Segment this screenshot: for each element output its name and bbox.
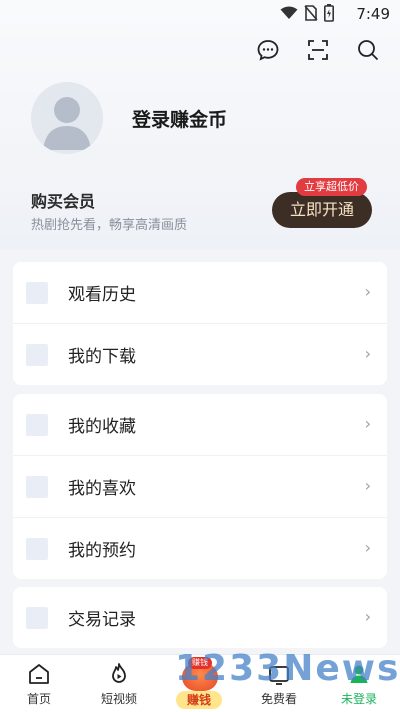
menu-item-favorites[interactable]: 我的收藏 ›: [13, 394, 387, 455]
menu-item-watch-history[interactable]: 观看历史 ›: [13, 262, 387, 323]
menu-item-label: 我的收藏: [68, 417, 136, 437]
earn-mini-badge: 赚钱: [188, 657, 212, 669]
menu-item-label: 交易记录: [68, 610, 136, 630]
search-button[interactable]: [354, 36, 382, 64]
vip-open-button[interactable]: 立即开通: [272, 192, 372, 228]
login-link[interactable]: 登录赚金币: [132, 105, 227, 132]
nav-short-video[interactable]: 短视频: [84, 661, 154, 707]
menu-item-transactions[interactable]: 交易记录 ›: [13, 587, 387, 648]
menu-card-2: 我的收藏 › 我的喜欢 › 我的预约 ›: [13, 394, 387, 579]
tv-icon: [269, 666, 289, 685]
status-time: 7:49: [356, 5, 390, 23]
chevron-right-icon: ›: [364, 344, 371, 363]
home-icon: [29, 664, 49, 684]
menu-card-1: 观看历史 › 我的下载 ›: [13, 262, 387, 385]
wifi-icon: [280, 6, 298, 19]
chevron-right-icon: ›: [364, 607, 371, 626]
scan-icon: [308, 40, 328, 60]
message-icon: [257, 40, 279, 61]
favorites-icon: [26, 413, 48, 436]
chevron-right-icon: ›: [364, 414, 371, 433]
default-user-icon: [43, 97, 91, 150]
chevron-right-icon: ›: [364, 476, 371, 495]
menu-item-reservations[interactable]: 我的预约 ›: [13, 517, 387, 579]
flame-play-icon: [112, 663, 126, 683]
menu-card-3: 交易记录 ›: [13, 587, 387, 648]
vip-subtitle: 热剧抢先看，畅享高清画质: [31, 218, 188, 233]
likes-icon: [26, 475, 48, 498]
no-sim-icon: [304, 5, 318, 21]
battery-icon: [324, 4, 334, 22]
nav-label: 短视频: [100, 692, 137, 706]
message-button[interactable]: [254, 36, 282, 64]
menu-item-label: 观看历史: [68, 285, 136, 305]
nav-label: 未登录: [340, 692, 377, 706]
header-actions: [254, 36, 382, 64]
menu-item-label: 我的喜欢: [68, 479, 136, 499]
nav-label: 首页: [26, 692, 51, 706]
nav-free[interactable]: 免费看: [244, 661, 314, 707]
transaction-icon: [26, 606, 48, 629]
nav-earn[interactable]: 赚钱 赚钱: [164, 657, 234, 711]
menu-item-label: 我的下载: [68, 347, 136, 367]
watch-history-icon: [26, 281, 48, 304]
bottom-nav: 首页 短视频 赚钱 赚钱 免费看 未登录: [0, 654, 400, 712]
scan-button[interactable]: [304, 36, 332, 64]
search-icon: [358, 40, 379, 61]
menu-item-downloads[interactable]: 我的下载 ›: [13, 323, 387, 385]
reservation-icon: [26, 537, 48, 560]
vip-promo-badge: 立享超低价: [296, 178, 367, 196]
nav-profile[interactable]: 未登录: [324, 661, 394, 707]
status-bar: 7:49: [0, 0, 400, 28]
nav-label: 免费看: [260, 692, 297, 706]
vip-title: 购买会员: [31, 192, 96, 211]
nav-home[interactable]: 首页: [4, 661, 74, 707]
avatar[interactable]: [31, 82, 103, 154]
user-icon: [350, 665, 368, 683]
menu-item-label: 我的预约: [68, 541, 136, 561]
download-icon: [26, 343, 48, 366]
earn-label: 赚钱: [176, 691, 222, 709]
menu-item-likes[interactable]: 我的喜欢 ›: [13, 455, 387, 517]
chevron-right-icon: ›: [364, 282, 371, 301]
chevron-right-icon: ›: [364, 538, 371, 557]
